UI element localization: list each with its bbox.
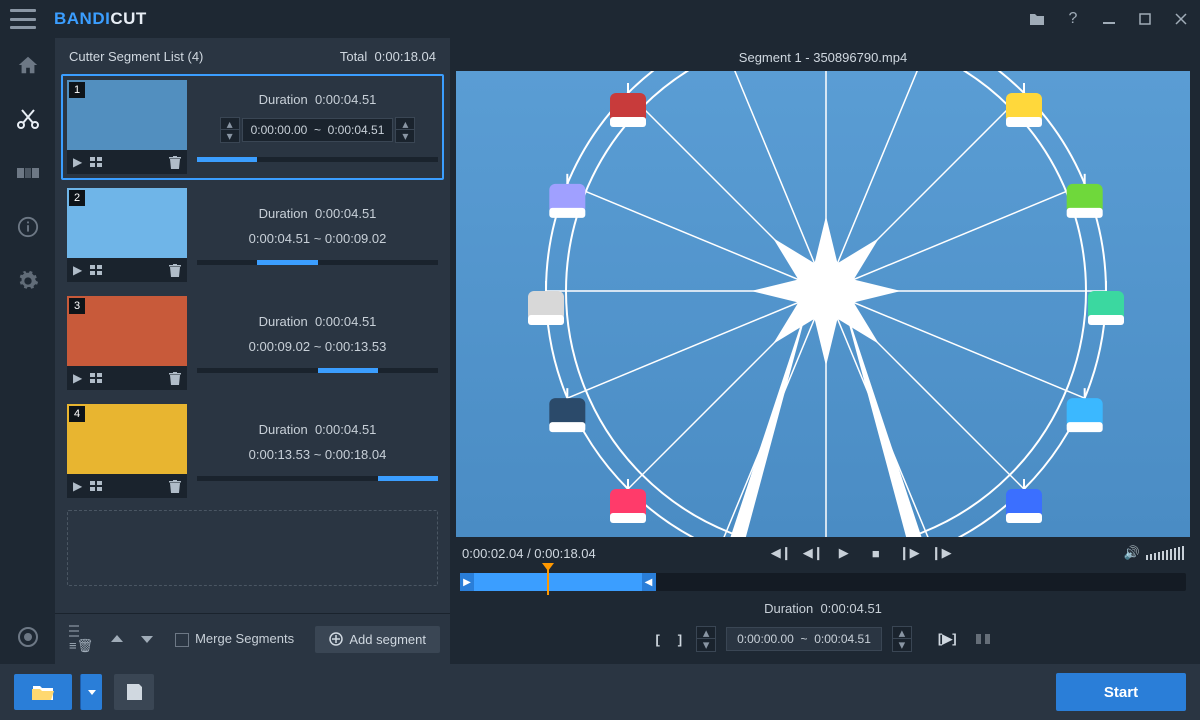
move-up-icon[interactable] <box>107 635 127 643</box>
segment-thumbnail[interactable]: 2 <box>67 188 187 258</box>
menu-button[interactable] <box>10 9 36 29</box>
play-segment-icon[interactable]: ▶ <box>73 155 82 169</box>
open-file-button[interactable] <box>14 674 72 710</box>
segment-number: 2 <box>69 190 85 206</box>
delete-segment-icon[interactable] <box>169 372 181 385</box>
preview-title: Segment 1 - 350896790.mp4 <box>456 44 1190 71</box>
sidebar-settings-icon[interactable] <box>15 268 41 294</box>
start-button[interactable]: Start <box>1056 673 1186 711</box>
repeat-icon[interactable] <box>971 633 995 645</box>
segment-thumbnail[interactable]: 4 <box>67 404 187 474</box>
segment-placeholder[interactable] <box>67 510 438 586</box>
segment-range: 0:00:00.00 ~ 0:00:04.51 <box>242 118 394 142</box>
playback-time: 0:00:02.04 / 0:00:18.04 <box>462 546 596 561</box>
delete-segment-icon[interactable] <box>169 264 181 277</box>
segment-range: 0:00:04.51 ~ 0:00:09.02 <box>197 231 438 246</box>
grid-icon[interactable] <box>90 373 102 383</box>
app-logo: BANDICUT <box>54 9 147 29</box>
segment-number: 3 <box>69 298 85 314</box>
segment-duration: Duration 0:00:04.51 <box>197 422 438 437</box>
segment-thumbnail[interactable]: 1 <box>67 80 187 150</box>
play-segment-icon[interactable]: ▶ <box>73 479 82 493</box>
timeline[interactable]: ▶ ◀ <box>460 573 1186 591</box>
play-range-icon[interactable]: [▶] <box>934 631 961 647</box>
segment-item[interactable]: 4 ▶ Duration 0:00:04.51 0:00:13.53 ~ 0:0… <box>61 398 444 504</box>
close-icon[interactable] <box>1172 10 1190 28</box>
sidebar-home-icon[interactable] <box>15 52 41 78</box>
end-stepper[interactable]: ▴▾ <box>395 117 415 143</box>
preview-duration: Duration 0:00:04.51 <box>456 601 1190 616</box>
segment-item[interactable]: 1 ▶ Duration 0:00:04.51 ▴▾ 0:00:00.00 ~ … <box>61 74 444 180</box>
set-end-bracket-icon[interactable]: ] <box>674 632 686 647</box>
open-file-dropdown[interactable] <box>80 674 102 710</box>
playhead[interactable] <box>547 569 549 595</box>
start-stepper[interactable]: ▴▾ <box>220 117 240 143</box>
delete-segment-icon[interactable] <box>169 480 181 493</box>
segment-item[interactable]: 2 ▶ Duration 0:00:04.51 0:00:04.51 ~ 0:0… <box>61 182 444 288</box>
prev-frame-icon[interactable]: ◀❙ <box>803 545 821 561</box>
end-stepper[interactable]: ▴▾ <box>892 626 912 652</box>
play-icon[interactable]: ▶ <box>835 545 853 561</box>
segment-progress <box>197 476 438 481</box>
merge-segments-checkbox[interactable]: Merge Segments <box>175 631 294 647</box>
next-frame-icon[interactable]: ❙▶ <box>899 545 917 561</box>
minimize-icon[interactable] <box>1100 10 1118 28</box>
sidebar-join-icon[interactable] <box>15 160 41 186</box>
range-start-handle[interactable]: ▶ <box>460 573 474 591</box>
segment-list-total: Total 0:00:18.04 <box>340 49 436 64</box>
grid-icon[interactable] <box>90 157 102 167</box>
segment-item[interactable]: 3 ▶ Duration 0:00:04.51 0:00:09.02 ~ 0:0… <box>61 290 444 396</box>
range-end-handle[interactable]: ◀ <box>642 573 656 591</box>
segment-range: 0:00:13.53 ~ 0:00:18.04 <box>197 447 438 462</box>
video-preview[interactable] <box>456 71 1190 537</box>
start-stepper[interactable]: ▴▾ <box>696 626 716 652</box>
segment-number: 4 <box>69 406 85 422</box>
play-segment-icon[interactable]: ▶ <box>73 263 82 277</box>
segment-progress <box>197 260 438 265</box>
grid-icon[interactable] <box>90 265 102 275</box>
sidebar-cut-icon[interactable] <box>15 106 41 132</box>
prev-segment-icon[interactable]: ◀❙ <box>771 545 789 561</box>
segment-duration: Duration 0:00:04.51 <box>197 314 438 329</box>
volume-level[interactable] <box>1146 546 1184 560</box>
set-start-bracket-icon[interactable]: [ <box>651 632 663 647</box>
segment-number: 1 <box>69 82 85 98</box>
maximize-icon[interactable] <box>1136 10 1154 28</box>
range-time-display: 0:00:00.00 ~ 0:00:04.51 <box>726 627 882 651</box>
list-options-icon[interactable]: ≡🗑 <box>65 624 97 654</box>
segment-list-title: Cutter Segment List (4) <box>69 49 203 64</box>
segment-duration: Duration 0:00:04.51 <box>197 206 438 221</box>
help-icon[interactable]: ? <box>1064 10 1082 28</box>
grid-icon[interactable] <box>90 481 102 491</box>
segment-duration: Duration 0:00:04.51 <box>197 92 438 107</box>
next-segment-icon[interactable]: ❙▶ <box>931 545 949 561</box>
save-button[interactable] <box>114 674 154 710</box>
sidebar-info-icon[interactable] <box>15 214 41 240</box>
open-folder-icon[interactable] <box>1028 10 1046 28</box>
segment-progress <box>197 157 438 162</box>
delete-segment-icon[interactable] <box>169 156 181 169</box>
segment-range: 0:00:09.02 ~ 0:00:13.53 <box>197 339 438 354</box>
add-segment-button[interactable]: Add segment <box>315 626 440 653</box>
volume-icon[interactable]: 🔊 <box>1124 545 1140 561</box>
play-segment-icon[interactable]: ▶ <box>73 371 82 385</box>
segment-progress <box>197 368 438 373</box>
segment-thumbnail[interactable]: 3 <box>67 296 187 366</box>
stop-icon[interactable]: ■ <box>867 546 885 561</box>
move-down-icon[interactable] <box>137 635 157 643</box>
sidebar-record-icon[interactable] <box>15 624 41 650</box>
